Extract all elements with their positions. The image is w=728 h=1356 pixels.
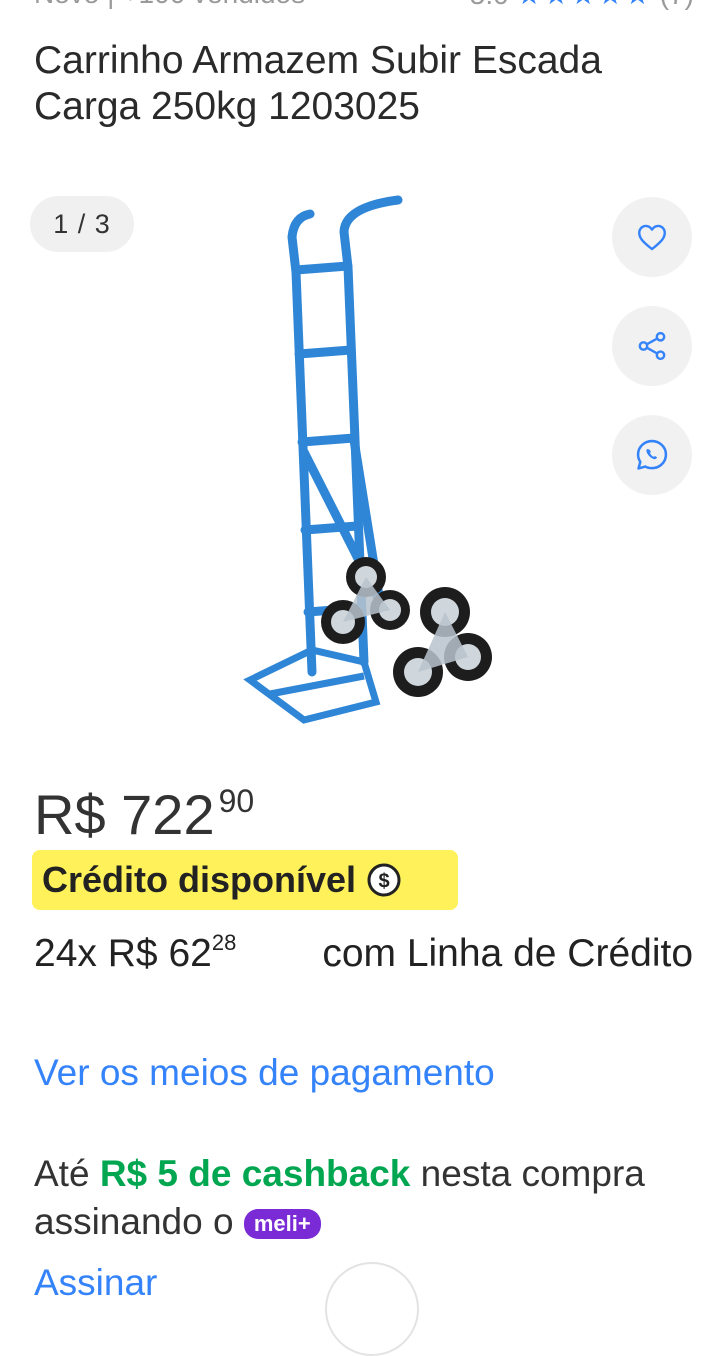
rating-stars: ★★★★★ [516,0,652,10]
share-button[interactable] [612,306,692,386]
sales-rating-row: Novo | +100 vendidos 5.0 ★★★★★ (7) [0,0,728,10]
price-currency: R$ [34,783,106,846]
installments-currency: R$ [107,932,158,975]
price: R$ 722 90 [34,782,254,847]
favorite-button[interactable] [612,197,692,277]
review-count: (7) [660,0,694,10]
floating-circle-button[interactable] [325,1262,419,1356]
rating-summary[interactable]: 5.0 ★★★★★ (7) [470,0,694,10]
svg-text:$: $ [378,871,389,893]
rating-value: 5.0 [470,0,509,10]
price-cents: 90 [218,783,255,819]
credit-available-badge: Crédito disponível $ [32,850,458,910]
installments-info: 24x R$ 6228 com Linha de Crédito [34,926,694,987]
whatsapp-share-button[interactable] [612,415,692,495]
product-image [243,195,492,724]
meli-plus-badge: meli+ [243,1209,321,1240]
payment-methods-link[interactable]: Ver os meios de pagamento [34,1052,495,1094]
installments-suffix: com Linha de Crédito [322,932,694,975]
coin-dollar-icon: $ [367,863,401,897]
heart-icon [638,224,666,251]
subscribe-link[interactable]: Assinar [34,1262,157,1304]
product-title: Carrinho Armazem Subir Escada Carga 250k… [34,39,602,128]
condition-sales-text: Novo | +100 vendidos [34,0,305,9]
installments-cents: 28 [211,930,237,955]
installments-whole: 62 [168,932,212,975]
whatsapp-icon [636,439,668,470]
installments-count: 24x [34,932,97,975]
cashback-prefix: Até [34,1153,90,1194]
price-whole: 722 [121,783,215,846]
cashback-amount: R$ 5 de cashback [99,1153,411,1194]
gallery-counter: 1 / 3 [30,196,134,252]
share-icon [638,331,666,361]
credit-available-label: Crédito disponível [42,859,357,900]
cashback-info: Até R$ 5 de cashback nesta compra assina… [34,1150,694,1246]
